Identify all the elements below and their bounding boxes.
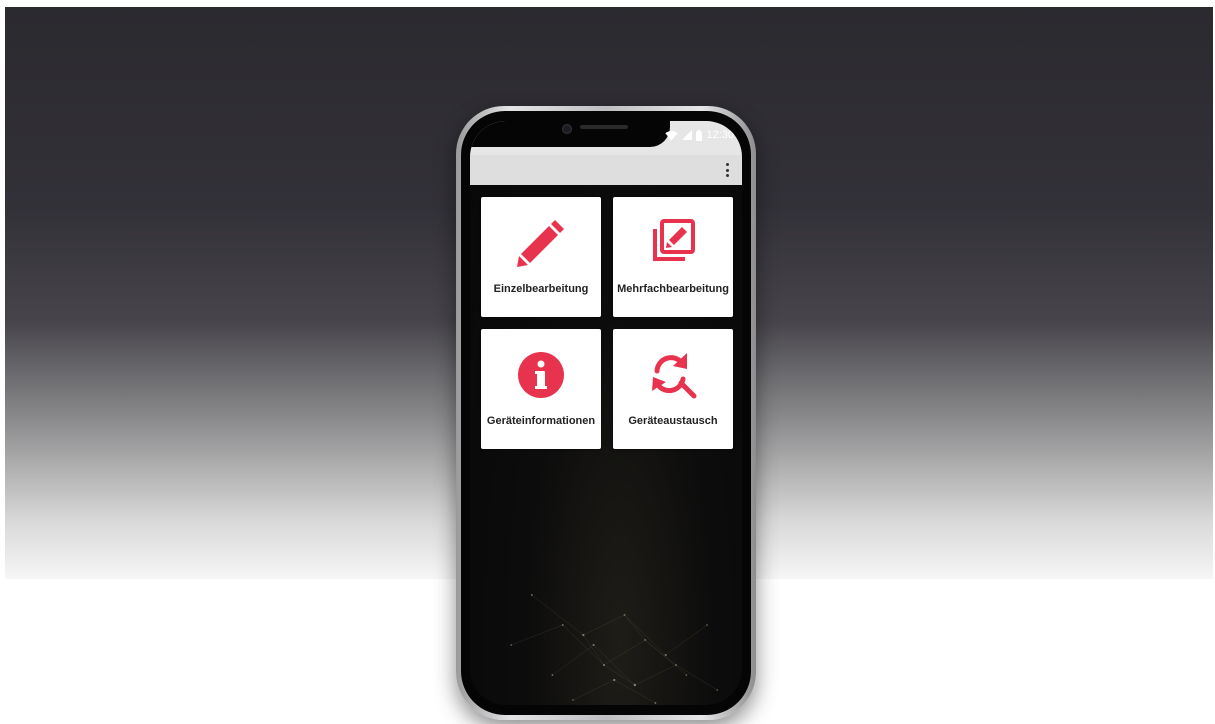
app-bar — [470, 155, 742, 185]
tile-mehrfachbearbeitung[interactable]: Mehrfachbearbeitung — [613, 197, 733, 317]
status-bar: 12:30 — [470, 121, 742, 155]
menu-grid: Einzelbearbeitung Mehrfachbearbeitung Ge… — [481, 197, 733, 449]
status-time: 12:30 — [706, 129, 734, 141]
camera-icon — [562, 124, 572, 134]
more-vertical-icon[interactable] — [726, 163, 730, 177]
wifi-icon — [665, 130, 679, 141]
battery-icon — [696, 129, 703, 141]
tile-geraeteaustausch[interactable]: Geräteaustausch — [613, 329, 733, 449]
status-icons: 12:30 — [665, 128, 734, 142]
phone-screen: 12:30 Einzelbearbeitung Mehrfachbearbeit… — [470, 121, 742, 705]
info-icon — [481, 347, 601, 403]
phone-frame: 12:30 Einzelbearbeitung Mehrfachbearbeit… — [456, 106, 756, 720]
speaker-grille — [580, 125, 628, 129]
signal-icon — [682, 130, 693, 140]
phone-bezel: 12:30 Einzelbearbeitung Mehrfachbearbeit… — [461, 111, 751, 715]
notch — [470, 121, 670, 147]
tile-label: Mehrfachbearbeitung — [617, 283, 729, 295]
pencil-icon — [481, 215, 601, 271]
tile-label: Geräteaustausch — [628, 415, 718, 427]
multi-edit-icon — [613, 215, 733, 271]
tile-label: Geräteinformationen — [486, 415, 596, 427]
page: 12:30 Einzelbearbeitung Mehrfachbearbeit… — [0, 0, 1215, 724]
tile-geraeteinformationen[interactable]: Geräteinformationen — [481, 329, 601, 449]
tile-label: Einzelbearbeitung — [493, 283, 589, 295]
particle-network-decoration — [510, 594, 719, 704]
exchange-search-icon — [613, 347, 733, 403]
tile-einzelbearbeitung[interactable]: Einzelbearbeitung — [481, 197, 601, 317]
